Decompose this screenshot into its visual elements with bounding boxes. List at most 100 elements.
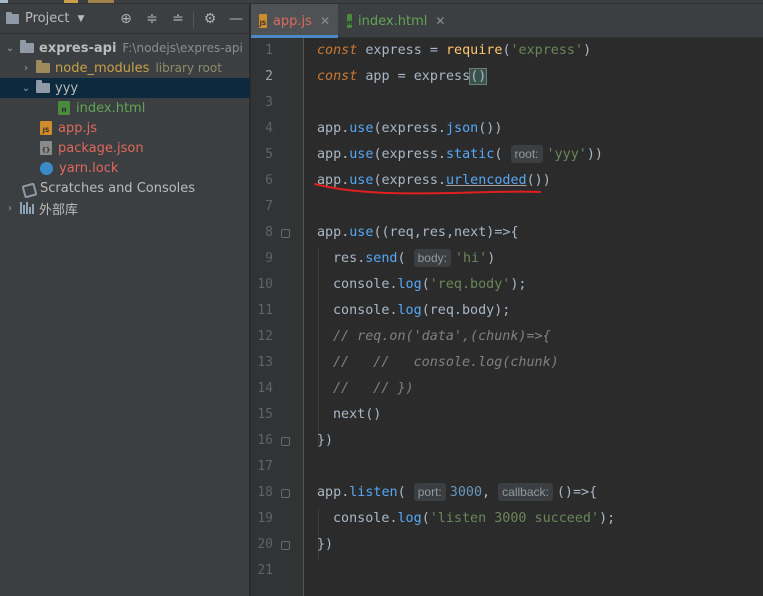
line-number[interactable]: 8 xyxy=(251,220,273,246)
library-icon xyxy=(20,202,34,214)
line-number[interactable]: 20 xyxy=(251,532,273,558)
chevron-down-icon[interactable]: ⌄ xyxy=(4,43,16,54)
tree-item-label: expres-api xyxy=(39,40,117,56)
code-line-15[interactable]: next() xyxy=(333,402,381,428)
html-file-icon: H xyxy=(347,14,353,28)
code-line-8[interactable]: app.use((req,res,next)=>{ xyxy=(317,220,519,246)
tree-item-label: index.html xyxy=(76,100,146,116)
collapse-all-icon[interactable]: ≐ xyxy=(170,11,186,27)
locate-icon[interactable]: ⊕ xyxy=(118,11,134,27)
indent-guide xyxy=(318,248,319,444)
code-line-2[interactable]: const app = express() xyxy=(317,64,488,90)
parameter-hint: root: xyxy=(510,145,543,163)
line-number[interactable]: 21 xyxy=(251,558,273,584)
code-line-14[interactable]: // // }) xyxy=(333,376,414,402)
parameter-hint: port: xyxy=(413,483,446,501)
line-number[interactable]: 18 xyxy=(251,480,273,506)
folder-icon xyxy=(36,60,50,73)
code-line-20[interactable]: }) xyxy=(317,532,333,558)
code-line-18[interactable]: app.listen( port: 3000, callback: ()=>{ xyxy=(317,480,597,506)
fold-marker-icon[interactable] xyxy=(281,489,290,498)
project-panel: Project ▼ ⊕ ≑ ≐ ⚙ — ⌄ expres-api F:\node… xyxy=(0,4,250,596)
project-view-selector[interactable]: Project ▼ xyxy=(0,4,84,34)
tree-item-scratches[interactable]: Scratches and Consoles xyxy=(0,178,250,198)
tab-label: index.html xyxy=(358,13,428,29)
code-line-1[interactable]: const express = require('express') xyxy=(317,38,591,64)
fold-marker-icon[interactable] xyxy=(281,541,290,550)
tree-item-external-libraries[interactable]: › 外部库 xyxy=(0,198,250,218)
tab-index-html[interactable]: H index.html ✕ xyxy=(339,4,445,38)
tree-item-expres-api[interactable]: ⌄ expres-api F:\nodejs\expres-api xyxy=(0,38,250,58)
line-number[interactable]: 1 xyxy=(251,38,273,64)
line-number[interactable]: 11 xyxy=(251,298,273,324)
expand-all-icon[interactable]: ≑ xyxy=(144,11,160,27)
tree-item-label: package.json xyxy=(58,140,144,156)
tree-item-package-json[interactable]: {} package.json xyxy=(0,138,250,158)
tree-item-app-js[interactable]: JS app.js xyxy=(0,118,250,138)
line-number[interactable]: 6 xyxy=(251,168,273,194)
folder-icon xyxy=(20,40,34,53)
code-editor[interactable]: const express = require('express') const… xyxy=(304,38,763,596)
line-number-gutter[interactable]: 1 2 3 4 5 6 7 8 9 10 11 12 13 14 15 16 17 18 19 20 21 xyxy=(251,38,303,596)
close-icon[interactable]: ✕ xyxy=(320,14,330,28)
line-number[interactable]: 2 xyxy=(251,64,273,90)
scratches-icon xyxy=(22,182,35,195)
minimize-icon[interactable]: — xyxy=(228,11,244,27)
tree-item-label: app.js xyxy=(58,120,97,136)
chevron-right-icon[interactable]: › xyxy=(4,203,16,214)
html-file-icon: H xyxy=(58,101,70,115)
parameter-hint: body: xyxy=(413,249,451,267)
line-number[interactable]: 17 xyxy=(251,454,273,480)
code-line-9[interactable]: res.send( body:'hi') xyxy=(333,246,495,272)
line-number[interactable]: 3 xyxy=(251,90,273,116)
tree-item-yarn-lock[interactable]: yarn.lock xyxy=(0,158,250,178)
tree-item-label: yyy xyxy=(55,80,79,96)
tab-app-js[interactable]: JS app.js ✕ xyxy=(251,4,338,38)
chevron-right-icon[interactable]: › xyxy=(20,63,32,74)
chevron-down-icon[interactable]: ⌄ xyxy=(20,83,32,94)
breadcrumb-fragment xyxy=(88,0,114,3)
js-file-icon: JS xyxy=(40,121,52,135)
close-icon[interactable]: ✕ xyxy=(435,14,445,28)
tree-item-index-html[interactable]: H index.html xyxy=(0,98,250,118)
line-number[interactable]: 12 xyxy=(251,324,273,350)
code-line-5[interactable]: app.use(express.static( root:'yyy')) xyxy=(317,142,603,168)
tree-item-label: yarn.lock xyxy=(59,160,119,176)
line-number[interactable]: 5 xyxy=(251,142,273,168)
code-line-13[interactable]: // // console.log(chunk) xyxy=(333,350,559,376)
tree-item-label: Scratches and Consoles xyxy=(40,180,196,196)
folder-icon xyxy=(36,80,50,93)
code-line-11[interactable]: console.log(req.body); xyxy=(333,298,510,324)
code-line-4[interactable]: app.use(express.json()) xyxy=(317,116,502,142)
json-file-icon: {} xyxy=(40,141,52,155)
js-file-icon: JS xyxy=(259,14,267,28)
tree-item-label: 外部库 xyxy=(39,202,79,218)
line-number[interactable]: 7 xyxy=(251,194,273,220)
project-folder-icon xyxy=(6,11,19,24)
line-number[interactable]: 15 xyxy=(251,402,273,428)
tree-item-label: node_modules xyxy=(55,60,150,76)
line-number[interactable]: 16 xyxy=(251,428,273,454)
chevron-down-icon: ▼ xyxy=(77,13,85,24)
line-number[interactable]: 10 xyxy=(251,272,273,298)
line-number[interactable]: 4 xyxy=(251,116,273,142)
gear-icon[interactable]: ⚙ xyxy=(202,11,218,27)
code-line-19[interactable]: console.log('listen 3000 succeed'); xyxy=(333,506,615,532)
line-number[interactable]: 9 xyxy=(251,246,273,272)
yarn-icon xyxy=(40,161,53,175)
line-number[interactable]: 13 xyxy=(251,350,273,376)
parameter-hint: callback: xyxy=(498,483,553,501)
red-annotation-underline xyxy=(314,183,541,195)
code-line-16[interactable]: }) xyxy=(317,428,333,454)
project-view-label: Project xyxy=(25,11,70,26)
code-line-12[interactable]: // req.on('data',(chunk)=>{ xyxy=(333,324,551,350)
tree-item-node-modules[interactable]: › node_modules library root xyxy=(0,58,250,78)
line-number[interactable]: 19 xyxy=(251,506,273,532)
line-number[interactable]: 14 xyxy=(251,376,273,402)
toolbar-divider xyxy=(193,12,194,28)
fold-marker-icon[interactable] xyxy=(281,437,290,446)
code-line-10[interactable]: console.log('req.body'); xyxy=(333,272,527,298)
tree-item-yyy[interactable]: ⌄ yyy xyxy=(0,78,250,98)
fold-marker-icon[interactable] xyxy=(281,229,290,238)
tree-item-path: F:\nodejs\expres-api xyxy=(122,41,243,55)
